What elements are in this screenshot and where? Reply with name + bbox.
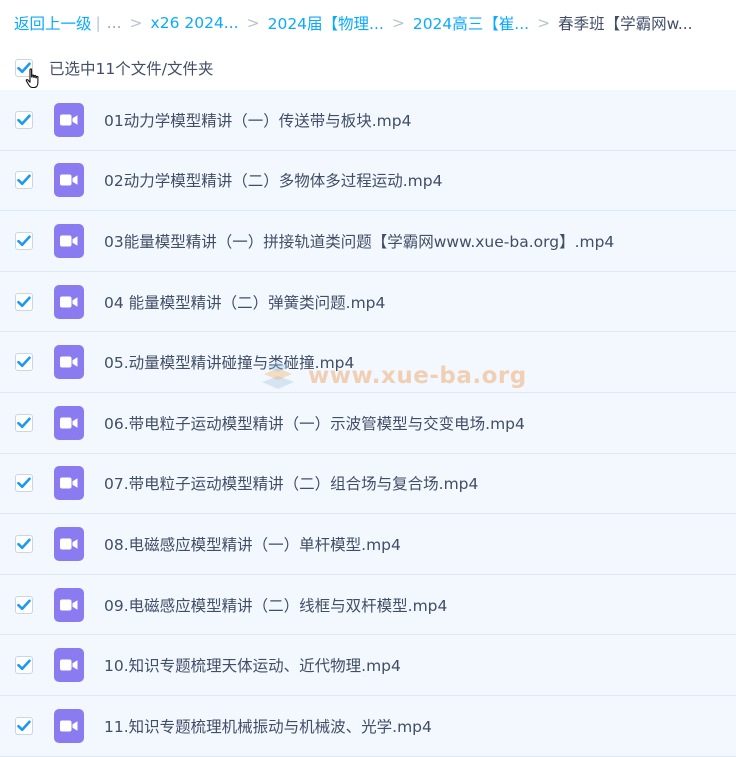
chevron-right-icon: > — [391, 14, 405, 32]
checkmark-icon — [17, 296, 31, 307]
file-row[interactable]: 01动力学模型精讲（一）传送带与板块.mp4 — [0, 90, 736, 151]
checkmark-icon — [17, 417, 31, 428]
file-name[interactable]: 02动力学模型精讲（二）多物体多过程运动.mp4 — [104, 169, 442, 191]
file-checkbox[interactable] — [15, 534, 33, 553]
checkmark-icon — [17, 720, 31, 731]
checkmark-icon — [17, 477, 31, 489]
file-row[interactable]: 08.电磁感应模型精讲（一）单杆模型.mp4 — [0, 514, 736, 575]
breadcrumb-item-1[interactable]: x26 2024... — [151, 14, 239, 32]
video-file-icon — [54, 102, 84, 137]
video-file-icon — [54, 526, 84, 561]
file-row[interactable]: 04 能量模型精讲（二）弹簧类问题.mp4 — [0, 271, 736, 333]
checkmark-icon — [17, 538, 31, 550]
checkmark-icon — [17, 659, 31, 671]
checkmark-icon — [17, 174, 31, 186]
video-file-icon — [54, 345, 84, 380]
file-checkbox[interactable] — [15, 413, 33, 432]
checkmark-icon — [17, 356, 31, 368]
file-name[interactable]: 03能量模型精讲（一）拼接轨道类问题【学霸网www.xue-ba.org】.mp… — [104, 230, 614, 252]
file-name[interactable]: 04 能量模型精讲（二）弹簧类问题.mp4 — [104, 291, 385, 313]
file-checkbox[interactable] — [15, 292, 33, 311]
file-name[interactable]: 05.动量模型精讲碰撞与类碰撞.mp4 — [104, 351, 354, 373]
video-file-icon — [54, 405, 84, 440]
checkmark-icon — [17, 114, 31, 125]
file-browser: 返回上一级 | ... > x26 2024... > 2024届【物理... … — [0, 0, 736, 757]
checkmark-icon — [17, 235, 31, 247]
video-file-icon — [54, 163, 84, 198]
file-checkbox[interactable] — [15, 171, 33, 190]
file-name[interactable]: 01动力学模型精讲（一）传送带与板块.mp4 — [104, 109, 411, 131]
video-file-icon — [54, 466, 84, 501]
file-name[interactable]: 10.知识专题梳理天体运动、近代物理.mp4 — [104, 654, 401, 676]
breadcrumb-pipe: | — [95, 14, 101, 32]
file-checkbox[interactable] — [15, 595, 33, 614]
checkmark-icon — [17, 599, 31, 610]
file-checkbox[interactable] — [15, 716, 33, 735]
breadcrumb: 返回上一级 | ... > x26 2024... > 2024届【物理... … — [0, 0, 736, 46]
file-checkbox[interactable] — [15, 110, 33, 129]
file-list: 01动力学模型精讲（一）传送带与板块.mp4 02动力学模型精讲（二）多物体多过程… — [0, 90, 736, 757]
file-name[interactable]: 11.知识专题梳理机械振动与机械波、光学.mp4 — [104, 715, 432, 737]
file-checkbox[interactable] — [15, 656, 33, 675]
select-all-row: 已选中11个文件/文件夹 — [0, 48, 736, 88]
video-file-icon — [54, 648, 84, 683]
file-row[interactable]: 07.带电粒子运动模型精讲（二）组合场与复合场.mp4 — [0, 453, 736, 515]
breadcrumb-ellipsis[interactable]: ... — [107, 14, 122, 32]
file-row[interactable]: 11.知识专题梳理机械振动与机械波、光学.mp4 — [0, 695, 736, 757]
chevron-right-icon: > — [129, 14, 143, 32]
file-checkbox[interactable] — [15, 231, 33, 250]
back-link[interactable]: 返回上一级 — [14, 12, 92, 34]
video-file-icon — [54, 708, 84, 743]
file-name[interactable]: 09.电磁感应模型精讲（二）线框与双杆模型.mp4 — [104, 594, 447, 616]
file-checkbox[interactable] — [15, 353, 33, 372]
file-name[interactable]: 07.带电粒子运动模型精讲（二）组合场与复合场.mp4 — [104, 472, 478, 494]
chevron-right-icon: > — [246, 14, 260, 32]
file-row[interactable]: 09.电磁感应模型精讲（二）线框与双杆模型.mp4 — [0, 574, 736, 636]
file-row[interactable]: 02动力学模型精讲（二）多物体多过程运动.mp4 — [0, 150, 736, 212]
chevron-right-icon: > — [537, 14, 551, 32]
video-file-icon — [54, 284, 84, 319]
file-row[interactable]: 05.动量模型精讲碰撞与类碰撞.mp4 — [0, 332, 736, 393]
selection-count-label: 已选中11个文件/文件夹 — [49, 60, 214, 78]
breadcrumb-item-2[interactable]: 2024届【物理... — [268, 12, 384, 34]
file-row[interactable]: 10.知识专题梳理天体运动、近代物理.mp4 — [0, 635, 736, 696]
video-file-icon — [54, 223, 84, 258]
file-row[interactable]: 06.带电粒子运动模型精讲（一）示波管模型与交变电场.mp4 — [0, 392, 736, 454]
file-name[interactable]: 08.电磁感应模型精讲（一）单杆模型.mp4 — [104, 533, 401, 555]
hand-pointer-icon — [25, 68, 39, 89]
video-file-icon — [54, 587, 84, 622]
file-checkbox[interactable] — [15, 474, 33, 493]
file-name[interactable]: 06.带电粒子运动模型精讲（一）示波管模型与交变电场.mp4 — [104, 412, 525, 434]
breadcrumb-item-3[interactable]: 2024高三【崔... — [413, 12, 529, 34]
file-row[interactable]: 03能量模型精讲（一）拼接轨道类问题【学霸网www.xue-ba.org】.mp… — [0, 211, 736, 272]
breadcrumb-current: 春季班【学霸网w... — [558, 15, 693, 33]
